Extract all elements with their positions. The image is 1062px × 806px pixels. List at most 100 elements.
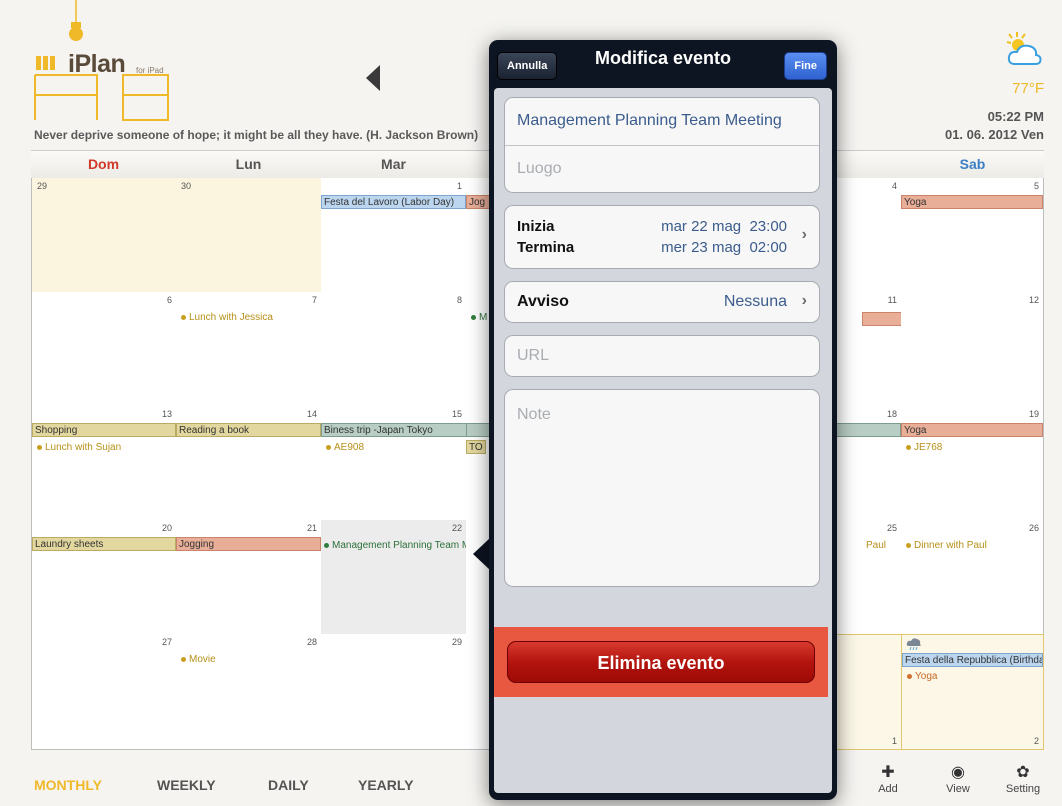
day-number: 20: [161, 523, 172, 533]
day-cell[interactable]: 19 Yoga JE768: [901, 406, 1044, 521]
popover-pointer: [473, 538, 490, 570]
url-placeholder: URL: [517, 347, 550, 364]
add-button[interactable]: ✚ Add: [868, 763, 908, 795]
tab-yearly[interactable]: YEARLY: [358, 777, 414, 793]
day-cell[interactable]: 26 Dinner with Paul: [901, 520, 1044, 635]
day-cell[interactable]: 30: [176, 178, 322, 293]
day-number: 2: [1033, 736, 1039, 746]
plus-icon: ✚: [881, 764, 895, 781]
day-cell-selected[interactable]: 22 Management Planning Team Meeting: [321, 520, 467, 635]
cancel-button[interactable]: Annulla: [497, 52, 558, 80]
event-bar[interactable]: Biness trip -Japan Tokyo: [321, 423, 466, 437]
day-cell[interactable]: 6: [31, 292, 177, 407]
day-number: 30: [181, 181, 192, 191]
weekday-header: Dom: [31, 150, 176, 179]
event-bar[interactable]: Shopping: [32, 423, 176, 437]
day-number: 19: [1028, 409, 1039, 419]
event-item[interactable]: Yoga: [907, 671, 937, 682]
event-bar[interactable]: Laundry sheets: [32, 537, 176, 551]
setting-button[interactable]: ✿ Setting: [1003, 763, 1043, 795]
view-label: View: [946, 783, 970, 795]
day-cell[interactable]: 12: [901, 292, 1044, 407]
day-cell[interactable]: 15 Biness trip -Japan Tokyo AE908: [321, 406, 467, 521]
event-item-selected[interactable]: Management Planning Team Meeting: [324, 540, 466, 551]
current-time: 05:22 PM: [987, 109, 1044, 124]
notes-field[interactable]: Note: [504, 389, 820, 587]
location-field[interactable]: Luogo: [505, 160, 819, 178]
app-subtitle: for iPad: [136, 66, 164, 75]
day-number: 4: [891, 181, 897, 191]
day-cell[interactable]: 27: [31, 634, 177, 750]
eye-icon: ◉: [951, 764, 965, 781]
alert-value: Nessuna: [723, 293, 787, 310]
weekday-header: Mar: [321, 150, 466, 179]
logo-bars-icon: [36, 56, 58, 70]
event-bar[interactable]: Yoga: [901, 195, 1043, 209]
tab-weekly[interactable]: WEEKLY: [157, 777, 216, 793]
day-number: 1: [891, 736, 897, 746]
event-bar[interactable]: Festa del Lavoro (Labor Day): [321, 195, 466, 209]
day-number: 28: [306, 637, 317, 647]
delete-event-button[interactable]: Elimina evento: [507, 641, 815, 683]
start-end-row[interactable]: Inizia Termina mar 22 mag 23:00 mer 23 m…: [504, 205, 820, 269]
event-bar[interactable]: Festa della Repubblica (Birthday): [902, 653, 1043, 667]
day-number: 27: [161, 637, 172, 647]
url-field[interactable]: URL: [504, 335, 820, 377]
alert-row[interactable]: Avviso Nessuna ›: [504, 281, 820, 323]
day-number: 1: [456, 181, 462, 191]
done-button[interactable]: Fine: [784, 52, 827, 80]
day-number: 7: [311, 295, 317, 305]
tab-monthly[interactable]: MONTHLY: [34, 777, 102, 793]
event-item[interactable]: AE908: [326, 442, 364, 453]
chevron-right-icon: ›: [801, 226, 807, 243]
event-bar[interactable]: Yoga: [901, 423, 1043, 437]
event-bar[interactable]: Reading a book: [176, 423, 321, 437]
notes-placeholder: Note: [517, 406, 551, 423]
day-number: 8: [456, 295, 462, 305]
weekday-header: Sab: [901, 150, 1044, 179]
day-cell[interactable]: 5 Yoga: [901, 178, 1044, 293]
previous-month-icon[interactable]: [366, 65, 380, 91]
day-number: 14: [306, 409, 317, 419]
day-number: 26: [1028, 523, 1039, 533]
day-cell[interactable]: Festa della Repubblica (Birthday) Yoga 2: [901, 634, 1044, 750]
day-cell[interactable]: 21 Jogging: [176, 520, 322, 635]
day-cell[interactable]: 29: [321, 634, 467, 750]
app-name: iPlan: [68, 50, 126, 78]
event-item[interactable]: Lunch with Jessica: [181, 312, 273, 323]
event-item[interactable]: Paul: [866, 540, 886, 551]
gear-icon: ✿: [1016, 764, 1030, 781]
divider: [505, 145, 819, 146]
tab-daily[interactable]: DAILY: [268, 777, 309, 793]
event-item[interactable]: Dinner with Paul: [906, 540, 987, 551]
day-cell[interactable]: 1 Festa del Lavoro (Labor Day): [321, 178, 467, 293]
event-bar[interactable]: [862, 312, 901, 326]
event-item[interactable]: Lunch with Sujan: [37, 442, 121, 453]
day-cell[interactable]: 8: [321, 292, 467, 407]
day-cell[interactable]: 14 Reading a book: [176, 406, 322, 521]
title-location-group: Management Planning Team Meeting Luogo: [504, 97, 820, 193]
event-title-field[interactable]: Management Planning Team Meeting: [505, 112, 819, 130]
event-item[interactable]: Movie: [181, 654, 216, 665]
popover-body: Management Planning Team Meeting Luogo I…: [494, 88, 832, 793]
day-cell[interactable]: 13 Shopping Lunch with Sujan: [31, 406, 177, 521]
day-cell[interactable]: 7 Lunch with Jessica: [176, 292, 322, 407]
day-number: 6: [166, 295, 172, 305]
event-bar[interactable]: TO: [466, 440, 486, 454]
day-cell[interactable]: 28 Movie: [176, 634, 322, 750]
day-cell[interactable]: 29: [31, 178, 177, 293]
temperature: 77°F: [1012, 80, 1044, 97]
partly-sunny-icon: [1006, 32, 1042, 65]
event-item[interactable]: M: [471, 312, 487, 323]
day-number: 12: [1028, 295, 1039, 305]
day-number: 25: [886, 523, 897, 533]
event-bar[interactable]: Jogging: [176, 537, 321, 551]
edit-event-popover: Modifica evento Annulla Fine Management …: [489, 40, 837, 800]
event-item[interactable]: JE768: [906, 442, 942, 453]
day-number: 15: [451, 409, 462, 419]
day-number: 18: [886, 409, 897, 419]
setting-label: Setting: [1005, 783, 1041, 795]
view-button[interactable]: ◉ View: [938, 763, 978, 795]
day-cell[interactable]: 20 Laundry sheets: [31, 520, 177, 635]
event-bar[interactable]: Jog: [466, 195, 490, 209]
